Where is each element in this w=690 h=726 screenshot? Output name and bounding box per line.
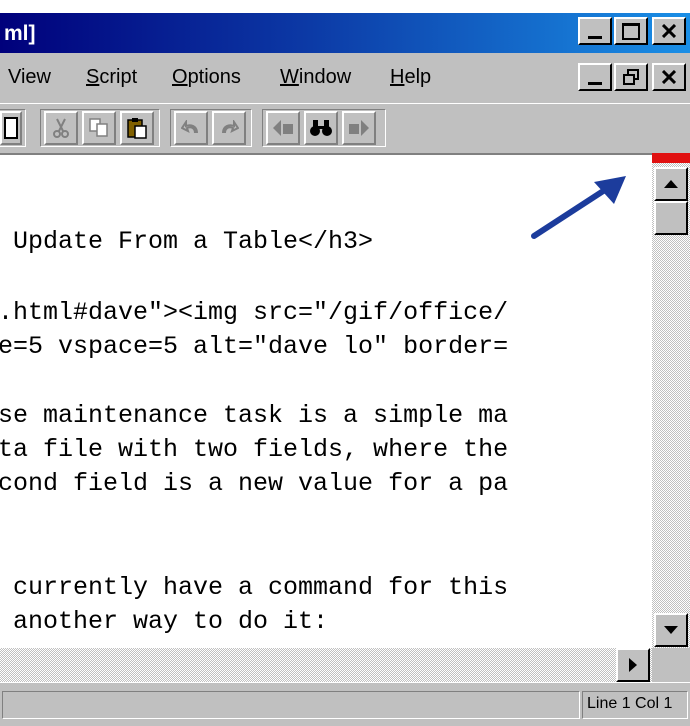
find-previous-icon (273, 120, 293, 136)
code-line: another way to do it: (0, 607, 329, 636)
status-bar: Line 1 Col 1 (0, 682, 690, 726)
document-button[interactable] (0, 111, 22, 145)
cursor-position: Line 1 Col 1 (582, 691, 688, 719)
code-line: currently have a command for this (0, 573, 509, 602)
arrow-right-icon (629, 658, 637, 672)
vertical-scrollbar[interactable] (652, 153, 690, 648)
restore-icon (623, 69, 639, 85)
child-minimize-button[interactable] (578, 63, 612, 91)
copy-button[interactable] (82, 111, 116, 145)
child-close-button[interactable] (652, 63, 686, 91)
scroll-right-button[interactable] (616, 648, 650, 682)
undo-icon (181, 120, 198, 134)
find-next-icon (349, 120, 369, 136)
code-line: e=5 vspace=5 alt="dave lo" border= (0, 332, 509, 361)
scroll-up-button[interactable] (654, 167, 688, 201)
maximize-icon (622, 22, 640, 40)
redo-button[interactable] (212, 111, 246, 145)
copy-icon (89, 118, 108, 137)
window-title: ml] (4, 22, 36, 45)
menu-bar: View Script Options Window Help (0, 53, 690, 103)
code-line: .html#dave"><img src="/gif/office/ (0, 298, 509, 327)
scroll-down-button[interactable] (654, 613, 688, 647)
redo-icon (222, 120, 239, 134)
child-restore-button[interactable] (614, 63, 648, 91)
maximize-button[interactable] (614, 17, 648, 45)
close-icon (662, 70, 676, 84)
menu-view[interactable]: View (8, 66, 51, 89)
arrow-up-icon (664, 180, 678, 188)
title-bar: ml] (0, 13, 690, 53)
minimize-button[interactable] (578, 17, 612, 45)
menu-script[interactable]: Script (86, 66, 137, 89)
paste-button[interactable] (120, 111, 154, 145)
toolbar (0, 103, 690, 153)
find-button[interactable] (304, 111, 338, 145)
scroll-corner (652, 648, 690, 682)
cut-button[interactable] (44, 111, 78, 145)
scroll-thumb[interactable] (654, 201, 688, 235)
code-line: cond field is a new value for a pa (0, 469, 509, 498)
cut-icon (53, 118, 69, 138)
find-next-button[interactable] (342, 111, 376, 145)
minimize-icon (588, 35, 602, 39)
code-line: Update From a Table</h3> (0, 227, 374, 256)
annotation-arrow-icon (531, 176, 626, 239)
menu-help[interactable]: Help (390, 66, 431, 89)
horizontal-scrollbar[interactable] (0, 648, 690, 682)
document-icon (4, 117, 18, 139)
paste-icon (127, 118, 147, 139)
status-panel (2, 691, 580, 719)
scroll-marker (652, 153, 690, 163)
code-line: ta file with two fields, where the (0, 435, 509, 464)
find-previous-button[interactable] (266, 111, 300, 145)
find-icon (310, 120, 332, 136)
menu-options[interactable]: Options (172, 66, 241, 89)
arrow-down-icon (664, 626, 678, 634)
code-line: se maintenance task is a simple ma (0, 401, 509, 430)
undo-button[interactable] (174, 111, 208, 145)
close-button[interactable] (652, 17, 686, 45)
minimize-icon (588, 81, 602, 85)
menu-window[interactable]: Window (280, 66, 351, 89)
close-icon (662, 24, 676, 38)
